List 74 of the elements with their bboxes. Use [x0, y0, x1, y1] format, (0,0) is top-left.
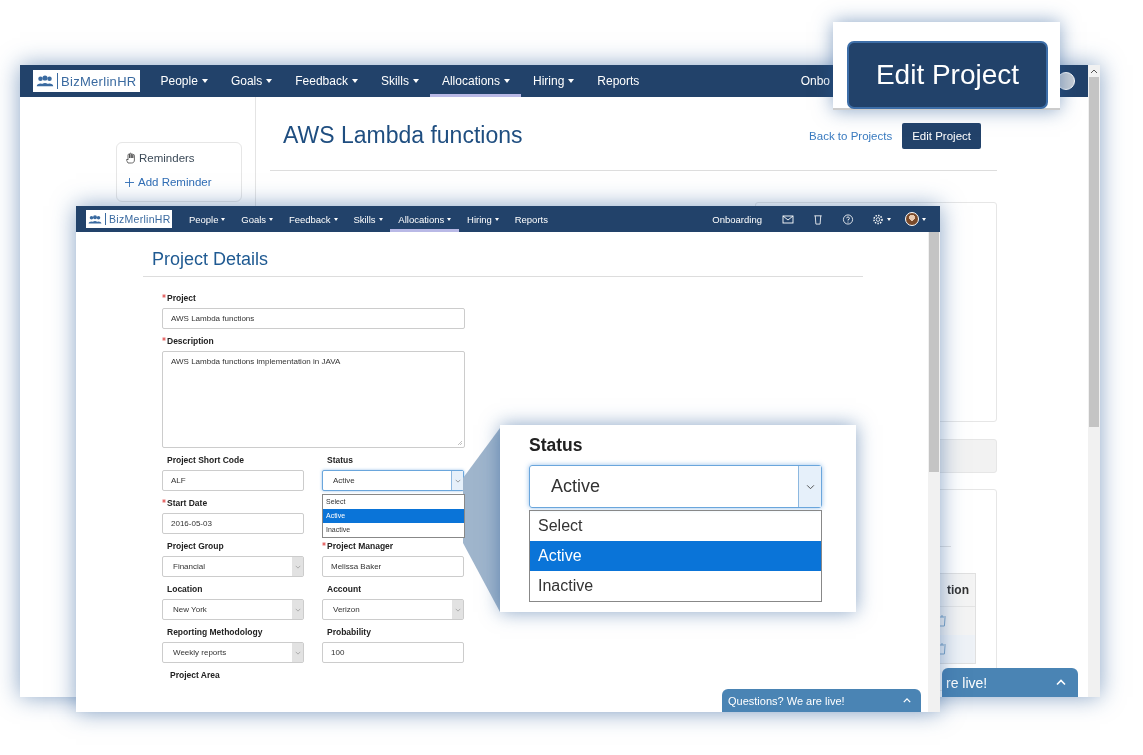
scrollbar[interactable]: [928, 232, 940, 712]
reminders-title: Reminders: [139, 152, 195, 164]
people-icon: [88, 213, 102, 225]
scroll-up-icon[interactable]: [1090, 69, 1098, 74]
text-area[interactable]: AWS Lambda functions implementation in JAVA: [162, 351, 465, 448]
chevron-down-icon: [294, 650, 301, 655]
dropdown-field[interactable]: Financial: [162, 556, 304, 577]
mail-icon[interactable]: [782, 213, 794, 225]
dropdown-field[interactable]: New York: [162, 599, 304, 620]
input-field[interactable]: 2016-05-03: [162, 513, 304, 534]
nav-menu-item[interactable]: Hiring: [521, 65, 586, 97]
field-label: Description: [167, 335, 214, 348]
field-label: Probability: [327, 626, 371, 639]
resize-grip-icon: [457, 440, 463, 446]
dropdown-field[interactable]: Weekly reports: [162, 642, 304, 663]
add-reminder-link[interactable]: Add Reminder: [138, 176, 212, 188]
logo-text: BizMerlinHR: [61, 73, 137, 89]
help-icon[interactable]: [842, 213, 854, 225]
field-label: Account: [327, 583, 361, 596]
input-field[interactable]: 100: [322, 642, 464, 663]
nav-menu-item[interactable]: Reports: [585, 65, 651, 97]
field-label: Project Group: [167, 540, 224, 553]
nav-menu-item[interactable]: Feedback: [281, 206, 346, 232]
dropdown-option[interactable]: Active: [530, 541, 821, 571]
plus-icon: [125, 177, 134, 187]
nav-menu-item[interactable]: Onboarding: [704, 206, 762, 232]
nav-menu-item[interactable]: Skills: [369, 65, 431, 97]
logo-text: BizMerlinHR: [109, 213, 171, 225]
chevron-down-icon: [454, 478, 461, 483]
field-label: Project Area: [170, 669, 220, 682]
dropdown-field[interactable]: Active: [322, 470, 464, 491]
nav-menu-item[interactable]: People: [149, 65, 220, 97]
back-to-projects-link[interactable]: Back to Projects: [809, 129, 893, 142]
nav-menu-item[interactable]: Onbo: [789, 65, 830, 97]
chevron-down-icon: [294, 564, 301, 569]
chevron-down-icon: [294, 607, 301, 612]
input-field[interactable]: ALF: [162, 470, 304, 491]
chat-bar[interactable]: re live!: [942, 668, 1078, 697]
input-field[interactable]: Melissa Baker: [322, 556, 464, 577]
project-title: AWS Lambda functions: [283, 122, 524, 149]
dropdown-field[interactable]: Verizon: [322, 599, 464, 620]
field-label: Start Date: [167, 497, 208, 510]
field-label: Reporting Methodology: [167, 626, 263, 639]
hand-icon: [125, 152, 137, 164]
avatar-icon[interactable]: [905, 212, 919, 226]
dropdown-field[interactable]: Active: [529, 465, 822, 508]
nav-menu-item[interactable]: Allocations: [430, 65, 522, 97]
page-heading: Project Details: [143, 249, 863, 277]
field-label: Project Manager: [327, 540, 394, 553]
nav-menu-item[interactable]: Hiring: [459, 206, 507, 232]
field-label: Location: [167, 583, 203, 596]
nav-menu-item[interactable]: Goals: [233, 206, 281, 232]
people-icon: [36, 74, 54, 88]
chevron-down-icon: [805, 483, 815, 490]
field-label: Project Short Code: [167, 454, 244, 467]
chevron-down-icon: [454, 607, 461, 612]
chevron-up-icon: [1056, 679, 1066, 686]
input-field[interactable]: AWS Lambda functions: [162, 308, 465, 329]
chevron-up-icon: [903, 698, 911, 703]
nav-menu-item[interactable]: Skills: [345, 206, 391, 232]
settings-icon[interactable]: [872, 213, 884, 225]
nav-menu-item[interactable]: Allocations: [390, 206, 460, 232]
field-label: Status: [327, 454, 353, 467]
field-label: Project: [167, 292, 196, 305]
nav-menu-item[interactable]: Goals: [219, 65, 284, 97]
nav-menu-item[interactable]: Reports: [506, 206, 556, 232]
edit-project-button[interactable]: Edit Project: [847, 41, 1048, 109]
nav-menu-item[interactable]: Feedback: [283, 65, 370, 97]
nav-menu-item[interactable]: People: [181, 206, 234, 232]
chat-bar[interactable]: Questions? We are live!: [722, 689, 921, 712]
field-label: Status: [529, 435, 584, 455]
edit-project-button[interactable]: Edit Project: [902, 122, 981, 149]
scrollbar[interactable]: [1088, 65, 1100, 697]
dropdown-option[interactable]: Select: [530, 511, 821, 541]
